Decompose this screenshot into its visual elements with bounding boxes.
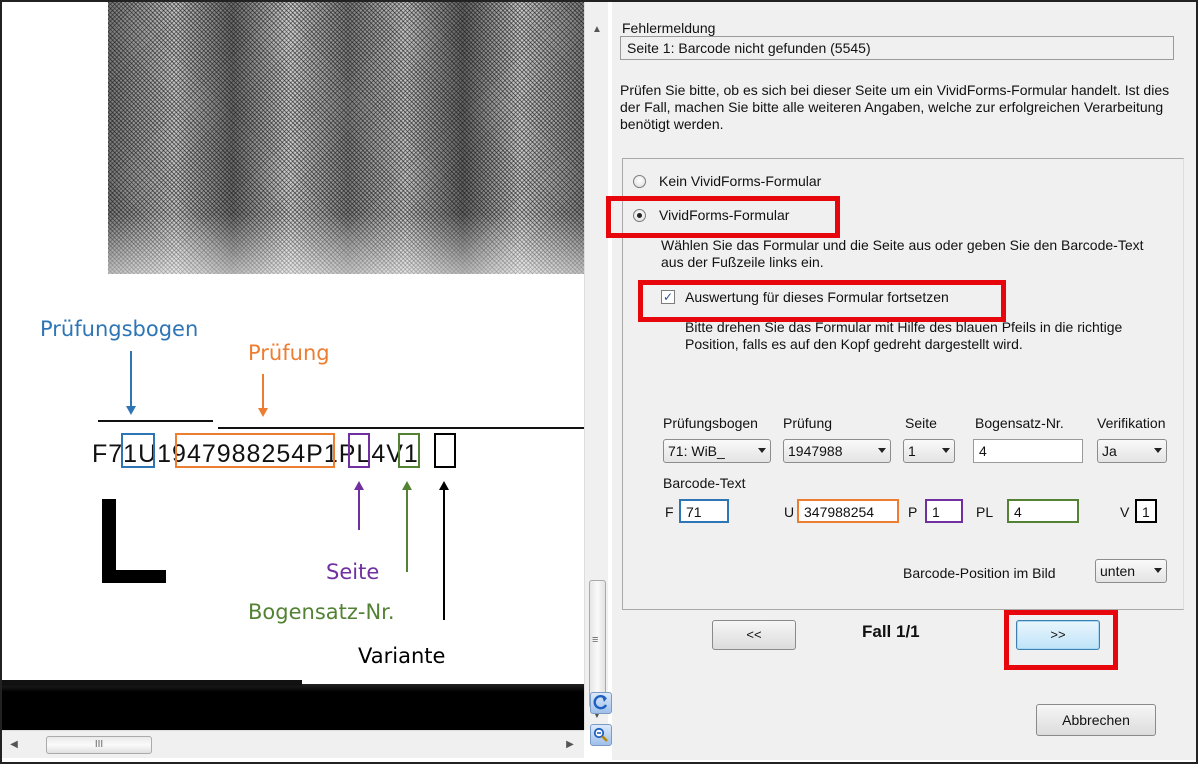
- error-message-field: Seite 1: Barcode nicht gefunden (5545): [620, 36, 1174, 60]
- arrow-seite: [358, 490, 360, 530]
- footer-rule-left: [98, 420, 213, 422]
- scroll-left-icon[interactable]: ◀: [4, 731, 24, 759]
- radio-not-form[interactable]: [633, 175, 646, 188]
- barcode-f-label: F: [665, 504, 674, 520]
- pruefungsbogen-label: Prüfungsbogen: [663, 415, 758, 431]
- box-pruefungsbogen: [121, 433, 155, 468]
- bogensatz-input[interactable]: 4: [973, 439, 1083, 463]
- arrow-pruefung: [262, 374, 264, 410]
- verifikation-label: Verifikation: [1097, 415, 1166, 431]
- next-button[interactable]: >>: [1016, 620, 1100, 650]
- barcode-p-label: P: [908, 504, 918, 520]
- arrow-variante: [443, 490, 445, 620]
- pruefung-value: 1947988: [788, 443, 843, 459]
- barcode-p-input[interactable]: 1: [925, 499, 963, 523]
- barcode-position-label: Barcode-Position im Bild: [903, 565, 1056, 581]
- label-pruefungsbogen: Prüfungsbogen: [40, 317, 199, 341]
- case-counter: Fall 1/1: [862, 622, 920, 641]
- barcode-position-select[interactable]: unten: [1095, 559, 1167, 583]
- bogensatz-label: Bogensatz-Nr.: [975, 415, 1064, 431]
- barcode-u-input[interactable]: 347988254: [797, 499, 899, 523]
- rotate-arrow-icon: [593, 695, 608, 710]
- verifikation-select[interactable]: Ja: [1097, 439, 1167, 463]
- box-bogensatz: [398, 433, 420, 468]
- barcode-v-input[interactable]: 1: [1135, 499, 1157, 523]
- barcode-pl-label: PL: [976, 504, 994, 520]
- corner-mark-horizontal: [102, 570, 166, 583]
- barcode-u-label: U: [784, 504, 795, 520]
- box-seite: [348, 433, 370, 468]
- correction-panel: Fehlermeldung Seite 1: Barcode nicht gef…: [606, 2, 1196, 760]
- chevron-down-icon: [942, 448, 950, 453]
- horizontal-scroll-thumb[interactable]: III: [46, 736, 152, 754]
- rotate-hint: Bitte drehen Sie das Formular mit Hilfe …: [685, 319, 1123, 352]
- magnifier-icon: [593, 727, 608, 742]
- scroll-right-icon[interactable]: ▶: [560, 731, 580, 759]
- arrow-variante-head: [439, 481, 449, 490]
- pruefung-label: Prüfung: [783, 415, 833, 431]
- chevron-down-icon: [1154, 448, 1162, 453]
- seite-value: 1: [908, 443, 916, 459]
- scroll-up-icon[interactable]: ▲: [585, 20, 609, 40]
- pruefungsbogen-select[interactable]: 71: WiB_: [663, 439, 771, 463]
- error-label: Fehlermeldung: [622, 20, 716, 36]
- scan-viewer[interactable]: F71U1947988254P1PL4V1 Prüfungsbogen Prüf…: [2, 2, 584, 730]
- vertical-scrollbar[interactable]: ▲ ≡ ▼: [584, 2, 608, 730]
- box-variante: [434, 433, 456, 468]
- label-bogensatz: Bogensatz-Nr.: [248, 600, 395, 624]
- cancel-button[interactable]: Abbrechen: [1036, 704, 1156, 736]
- chevron-down-icon: [758, 448, 766, 453]
- previous-button[interactable]: <<: [712, 620, 796, 650]
- arrow-pruefungsbogen-head: [126, 406, 136, 415]
- arrow-seite-head: [354, 481, 364, 490]
- radio-not-form-label[interactable]: Kein VividForms-Formular: [659, 173, 821, 189]
- scan-bottom-strip: [2, 680, 584, 730]
- arrow-bogensatz: [406, 490, 408, 572]
- horizontal-scrollbar[interactable]: ◀ III ▶: [2, 730, 584, 758]
- footer-rule-right: [218, 427, 584, 429]
- highlight-continue-checkbox: [638, 280, 1006, 322]
- box-pruefung: [175, 433, 335, 468]
- seite-label: Seite: [905, 415, 937, 431]
- barcode-v-label: V: [1120, 504, 1130, 520]
- label-seite: Seite: [326, 560, 380, 584]
- info-text: Prüfen Sie bitte, ob es sich bei dieser …: [620, 82, 1170, 132]
- seite-select[interactable]: 1: [903, 439, 955, 463]
- rotate-icon[interactable]: [590, 692, 612, 714]
- arrow-bogensatz-head: [402, 481, 412, 490]
- pruefung-select[interactable]: 1947988: [783, 439, 891, 463]
- zoom-out-icon[interactable]: [590, 724, 612, 746]
- barcode-text-label: Barcode-Text: [663, 475, 746, 491]
- highlight-radio-form: [606, 196, 840, 238]
- barcode-f-input[interactable]: 71: [679, 499, 729, 523]
- vertical-scroll-thumb[interactable]: ≡: [589, 580, 606, 708]
- arrow-pruefung-head: [258, 408, 268, 417]
- label-variante: Variante: [358, 644, 446, 668]
- chevron-down-icon: [878, 448, 886, 453]
- arrow-pruefungsbogen: [130, 351, 132, 408]
- scan-noise-area: [108, 2, 584, 274]
- verifikation-value: Ja: [1102, 443, 1117, 459]
- chevron-down-icon: [1154, 568, 1162, 573]
- barcode-pl-input[interactable]: 4: [1007, 499, 1079, 523]
- barcode-position-value: unten: [1100, 563, 1136, 579]
- select-hint: Wählen Sie das Formular und die Seite au…: [661, 237, 1144, 270]
- pruefungsbogen-value: 71: WiB_: [668, 443, 725, 459]
- label-pruefung: Prüfung: [248, 341, 330, 365]
